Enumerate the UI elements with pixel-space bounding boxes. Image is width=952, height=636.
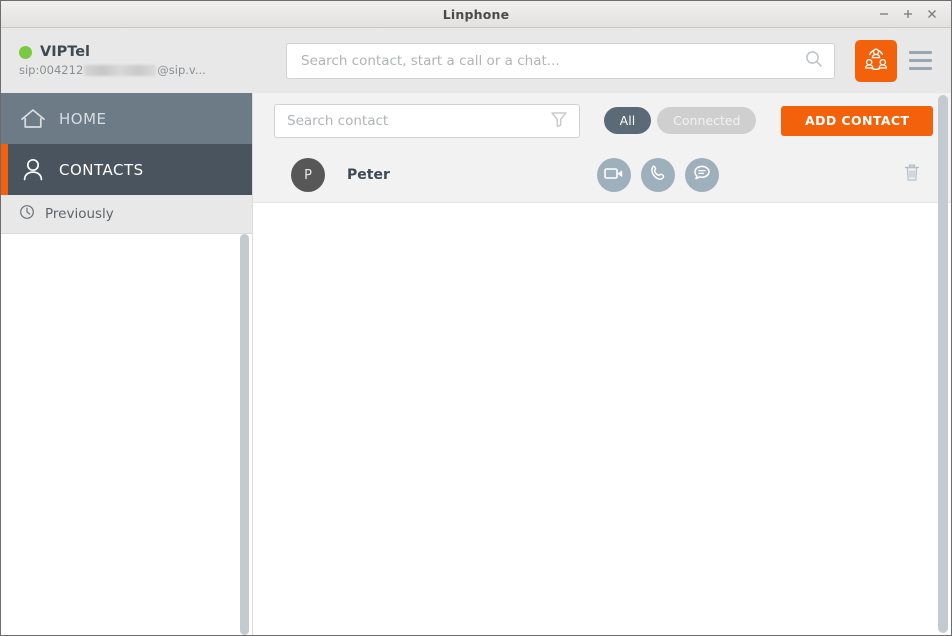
- filter-connected-button[interactable]: Connected: [657, 107, 757, 134]
- search-icon: [804, 49, 824, 73]
- sidebar-empty-area: [1, 234, 253, 635]
- home-icon: [19, 106, 59, 131]
- trash-icon: [902, 162, 922, 188]
- hamburger-bar-2: [909, 59, 932, 62]
- contacts-toolbar: All Connected ADD CONTACT: [253, 93, 951, 148]
- sip-redacted-block: [84, 64, 157, 76]
- filter-funnel-icon[interactable]: [549, 109, 569, 133]
- maximize-button[interactable]: [897, 4, 919, 24]
- sidebar-subitem-label: Previously: [45, 206, 114, 222]
- sidebar-scrollbar-thumb[interactable]: [240, 234, 249, 635]
- sip-prefix: sip:004212: [19, 63, 84, 77]
- contact-search-box[interactable]: [274, 103, 580, 138]
- audio-call-button[interactable]: [641, 158, 675, 192]
- hamburger-menu-button[interactable]: [909, 46, 935, 76]
- global-search-wrapper: [253, 42, 841, 79]
- account-name: VIPTel: [40, 44, 91, 60]
- phone-call-icon: [648, 163, 668, 187]
- window-title: Linphone: [442, 6, 510, 22]
- clock-icon: [19, 204, 35, 224]
- sidebar: HOME CONTACTS Previously: [1, 93, 253, 635]
- sidebar-item-contacts[interactable]: CONTACTS: [1, 144, 253, 195]
- contact-list: P Peter: [253, 148, 951, 635]
- video-call-icon: [603, 165, 625, 185]
- sidebar-item-home[interactable]: HOME: [1, 93, 253, 144]
- avatar: P: [291, 158, 325, 192]
- person-icon: [19, 156, 59, 183]
- add-contact-button[interactable]: ADD CONTACT: [781, 105, 933, 136]
- account-row: VIPTel: [19, 44, 253, 60]
- linphone-window: Linphone VIPTel sip:004212 @sip.v... Sea…: [0, 0, 952, 636]
- sidebar-item-label-home: HOME: [59, 109, 107, 128]
- contact-row-actions: [597, 158, 929, 192]
- delete-contact-button[interactable]: [895, 158, 929, 192]
- contact-search-input[interactable]: [287, 112, 549, 129]
- main-panel: All Connected ADD CONTACT P Peter: [253, 93, 951, 635]
- search-input[interactable]: [301, 52, 804, 69]
- title-bar: Linphone: [1, 1, 951, 28]
- header-actions: [841, 39, 951, 82]
- close-button[interactable]: [921, 4, 943, 24]
- filter-all-button[interactable]: All: [603, 107, 652, 134]
- hamburger-bar-3: [909, 67, 932, 70]
- main-scrollbar-thumb[interactable]: [938, 95, 948, 633]
- table-row[interactable]: P Peter: [253, 148, 951, 203]
- sip-suffix: @sip.v...: [157, 63, 206, 77]
- video-call-button[interactable]: [597, 158, 631, 192]
- app-body: HOME CONTACTS Previously Search contact …: [1, 93, 951, 635]
- sidebar-scrollbar[interactable]: [240, 234, 249, 635]
- contact-name: Peter: [347, 167, 390, 183]
- sidebar-item-previously[interactable]: Previously: [1, 195, 253, 234]
- conference-icon: [862, 45, 890, 77]
- account-panel[interactable]: VIPTel sip:004212 @sip.v...: [1, 28, 253, 93]
- conference-button[interactable]: [855, 39, 897, 82]
- global-search-box[interactable]: [286, 42, 835, 79]
- hamburger-menu-icon: [909, 51, 932, 54]
- contact-list-empty-area: [253, 203, 951, 635]
- main-scrollbar[interactable]: [938, 93, 948, 635]
- contact-filters: All Connected: [603, 107, 757, 134]
- account-sip-address: sip:004212 @sip.v...: [19, 63, 253, 77]
- window-controls: [873, 4, 951, 24]
- status-online-dot: [19, 45, 32, 59]
- chat-button[interactable]: [685, 158, 719, 192]
- app-header: VIPTel sip:004212 @sip.v...: [1, 28, 951, 93]
- chat-icon: [692, 163, 712, 187]
- sidebar-item-label-contacts: CONTACTS: [59, 160, 144, 179]
- minimize-button[interactable]: [873, 4, 895, 24]
